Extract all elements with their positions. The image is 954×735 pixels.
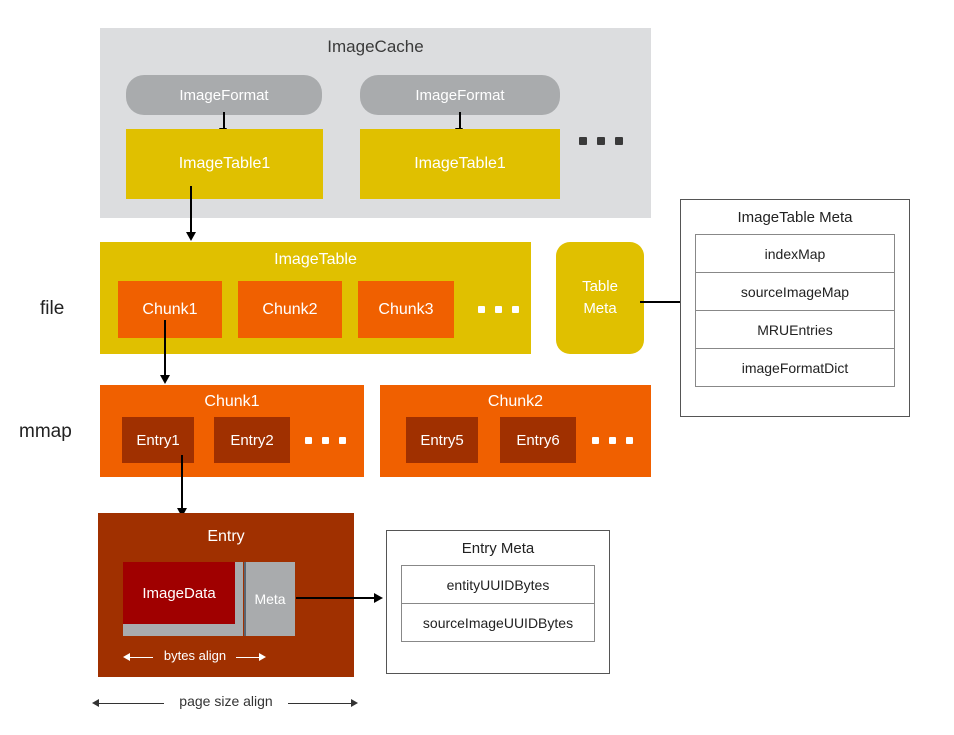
entry-meta-row: sourceImageUUIDBytes bbox=[422, 614, 574, 631]
imagetable-ellipsis bbox=[478, 306, 519, 313]
chunk-box-3: Chunk3 bbox=[358, 281, 454, 338]
imageformat-label-1: ImageFormat bbox=[179, 86, 269, 104]
page-size-align-dimension: page size align bbox=[92, 693, 360, 713]
imagetable1-box-1: ImageTable1 bbox=[126, 129, 323, 199]
bytes-align-dimension: bytes align bbox=[123, 648, 267, 666]
mmap-chunk-2-ellipsis bbox=[592, 437, 633, 444]
entry-box-2: Entry2 bbox=[214, 417, 290, 463]
entry-detail-title: Entry bbox=[207, 528, 245, 545]
imagetable-meta-table: indexMap sourceImageMap MRUEntries image… bbox=[695, 234, 895, 387]
imagetable-meta-title: ImageTable Meta bbox=[737, 209, 853, 226]
table-meta-line1: Table bbox=[582, 278, 618, 296]
table-meta-box: Table Meta bbox=[556, 242, 644, 354]
entry-meta-table: entityUUIDBytes sourceImageUUIDBytes bbox=[401, 565, 595, 642]
entry-label-5: Entry5 bbox=[420, 431, 464, 449]
mmap-chunk-title-1: Chunk1 bbox=[204, 393, 260, 410]
entry-meta-block: Meta bbox=[245, 562, 295, 636]
imagetable-title: ImageTable bbox=[274, 251, 357, 268]
entry-label-2: Entry2 bbox=[230, 431, 274, 449]
chunk-box-1: Chunk1 bbox=[118, 281, 222, 338]
imagetable-meta-row: imageFormatDict bbox=[741, 359, 849, 376]
entry-box-6: Entry6 bbox=[500, 417, 576, 463]
chunk-label-3: Chunk3 bbox=[378, 300, 434, 318]
imagedata-block: ImageData bbox=[123, 562, 235, 624]
imagetable1-box-2: ImageTable1 bbox=[360, 129, 560, 199]
entry-meta-separator bbox=[244, 562, 246, 636]
arrow-table1-to-imagetable-head bbox=[186, 232, 196, 241]
imagecache-title: ImageCache bbox=[327, 37, 424, 56]
page-size-align-label: page size align bbox=[179, 693, 273, 709]
imagetable-meta-row: sourceImageMap bbox=[696, 273, 894, 311]
entry-meta-row: entityUUIDBytes bbox=[402, 566, 594, 604]
entry-meta-block-label: Meta bbox=[254, 591, 286, 607]
entry-label-1: Entry1 bbox=[136, 431, 180, 449]
imageformat-pill-2: ImageFormat bbox=[360, 75, 560, 115]
entry-label-6: Entry6 bbox=[516, 431, 560, 449]
arrow-meta-to-entrymeta-head bbox=[374, 593, 383, 603]
imageformat-label-2: ImageFormat bbox=[415, 86, 505, 104]
arrow-chunk-to-mmapchunk-head bbox=[160, 375, 170, 384]
mmap-chunk-title-2: Chunk2 bbox=[487, 393, 544, 410]
chunk-label-2: Chunk2 bbox=[262, 300, 318, 318]
table-meta-line2: Meta bbox=[583, 300, 617, 317]
imagetable1-label-2: ImageTable1 bbox=[414, 155, 506, 172]
row-label-file: file bbox=[40, 298, 65, 319]
chunk-label-1: Chunk1 bbox=[142, 300, 198, 318]
row-label-mmap: mmap bbox=[19, 421, 72, 442]
arrow-chunk-to-mmapchunk-line bbox=[164, 320, 166, 380]
arrow-entry-to-detail-line bbox=[181, 455, 183, 513]
imagecache-ellipsis bbox=[579, 137, 623, 145]
imagetable-meta-panel: ImageTable Meta indexMap sourceImageMap … bbox=[680, 199, 910, 417]
imageformat-pill-1: ImageFormat bbox=[126, 75, 322, 115]
arrow-meta-to-entrymeta-line bbox=[296, 597, 376, 599]
mmap-chunk-1-ellipsis bbox=[305, 437, 346, 444]
entry-box-1: Entry1 bbox=[122, 417, 194, 463]
bytes-align-label: bytes align bbox=[163, 648, 227, 663]
imagedata-label: ImageData bbox=[142, 584, 216, 602]
entry-box-5: Entry5 bbox=[406, 417, 478, 463]
entry-meta-panel: Entry Meta entityUUIDBytes sourceImageUU… bbox=[386, 530, 610, 674]
imagetable-meta-row: MRUEntries bbox=[696, 311, 894, 349]
imagetable-meta-row: indexMap bbox=[696, 235, 894, 273]
entry-meta-title: Entry Meta bbox=[461, 540, 535, 557]
arrow-table1-to-imagetable-line bbox=[190, 186, 192, 234]
imagetable1-label-1: ImageTable1 bbox=[178, 155, 271, 172]
chunk-box-2: Chunk2 bbox=[238, 281, 342, 338]
